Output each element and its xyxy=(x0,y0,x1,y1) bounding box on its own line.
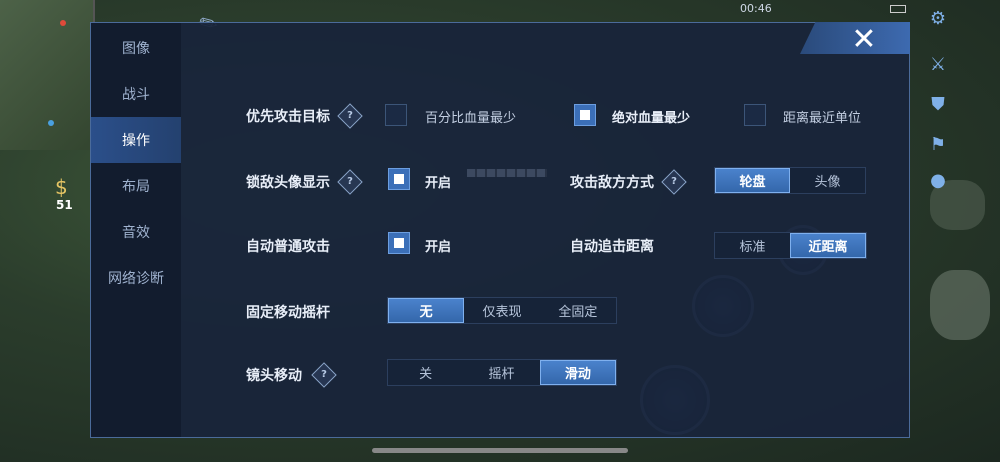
chase-distance-standard[interactable]: 标准 xyxy=(715,233,790,258)
percent-hp-label: 百分比血量最少 xyxy=(425,111,517,126)
gold-count: 51 xyxy=(56,198,73,212)
attack-mode-toggle: 轮盘 头像 xyxy=(714,167,866,194)
close-button[interactable]: ✕ xyxy=(849,25,879,55)
sidebar-item-graphics[interactable]: 图像 xyxy=(91,25,181,71)
sidebar-item-controls[interactable]: 操作 xyxy=(91,117,181,163)
game-timer: 00:46 xyxy=(740,2,772,15)
home-indicator[interactable] xyxy=(372,448,628,453)
absolute-hp-checkbox[interactable] xyxy=(574,104,596,126)
sidebar-item-sound[interactable]: 音效 xyxy=(91,209,181,255)
camera-label: 镜头移动 xyxy=(246,368,302,384)
help-icon[interactable]: ? xyxy=(661,169,687,195)
help-icon[interactable]: ? xyxy=(311,362,337,388)
settings-panel: ✕ 图像 战斗 操作 布局 音效 网络诊断 优先攻击目标 ? 百分比血量最少 绝… xyxy=(90,22,910,438)
lock-avatar-checkbox[interactable] xyxy=(388,168,410,190)
minimap-marker xyxy=(48,120,54,126)
percent-hp-checkbox[interactable] xyxy=(385,104,407,126)
chase-distance-near[interactable]: 近距离 xyxy=(790,233,866,258)
chase-distance-label: 自动追击距离 xyxy=(570,239,654,255)
attack-mode-wheel[interactable]: 轮盘 xyxy=(715,168,791,193)
flag-icon[interactable]: ⚑ xyxy=(926,132,950,156)
minimap[interactable] xyxy=(0,0,95,150)
chat-icon[interactable]: ● xyxy=(926,168,950,192)
joystick-none[interactable]: 无 xyxy=(388,298,465,323)
background-bar xyxy=(467,169,547,177)
sword-icon[interactable]: ⚔ xyxy=(926,52,950,76)
shield-icon[interactable]: ⛊ xyxy=(926,92,950,116)
auto-attack-option: 开启 xyxy=(425,240,452,255)
attack-mode-avatar[interactable]: 头像 xyxy=(790,168,865,193)
auto-attack-label: 自动普通攻击 xyxy=(246,239,330,255)
nearest-unit-label: 距离最近单位 xyxy=(783,111,862,126)
battery-icon xyxy=(890,5,906,13)
joystick-fully-fixed[interactable]: 全固定 xyxy=(540,298,616,323)
settings-gear-icon[interactable]: ⚙ xyxy=(926,6,950,30)
minimap-marker xyxy=(60,20,66,26)
joystick-toggle: 无 仅表现 全固定 xyxy=(387,297,617,324)
sidebar-item-network[interactable]: 网络诊断 xyxy=(91,255,181,301)
help-icon[interactable]: ? xyxy=(337,169,363,195)
camera-off[interactable]: 关 xyxy=(388,360,463,385)
camera-swipe[interactable]: 滑动 xyxy=(539,360,616,385)
sidebar-item-combat[interactable]: 战斗 xyxy=(91,71,181,117)
help-icon[interactable]: ? xyxy=(337,103,363,129)
attack-mode-label: 攻击敌方方式 xyxy=(570,175,654,191)
sidebar-item-layout[interactable]: 布局 xyxy=(91,163,181,209)
nearest-unit-checkbox[interactable] xyxy=(744,104,766,126)
settings-sidebar: 图像 战斗 操作 布局 音效 网络诊断 xyxy=(91,23,181,437)
camera-joystick[interactable]: 摇杆 xyxy=(463,360,539,385)
absolute-hp-label: 绝对血量最少 xyxy=(612,111,691,126)
target-priority-label: 优先攻击目标 xyxy=(246,109,330,125)
gold-bag-icon: $ xyxy=(55,175,68,199)
joystick-label: 固定移动摇杆 xyxy=(246,305,330,321)
chase-distance-toggle: 标准 近距离 xyxy=(714,232,867,259)
joystick-visual-only[interactable]: 仅表现 xyxy=(464,298,539,323)
auto-attack-checkbox[interactable] xyxy=(388,232,410,254)
lock-avatar-label: 锁敌头像显示 xyxy=(246,175,330,191)
lock-avatar-option: 开启 xyxy=(425,176,452,191)
camera-toggle: 关 摇杆 滑动 xyxy=(387,359,617,386)
background-rock xyxy=(930,270,990,340)
